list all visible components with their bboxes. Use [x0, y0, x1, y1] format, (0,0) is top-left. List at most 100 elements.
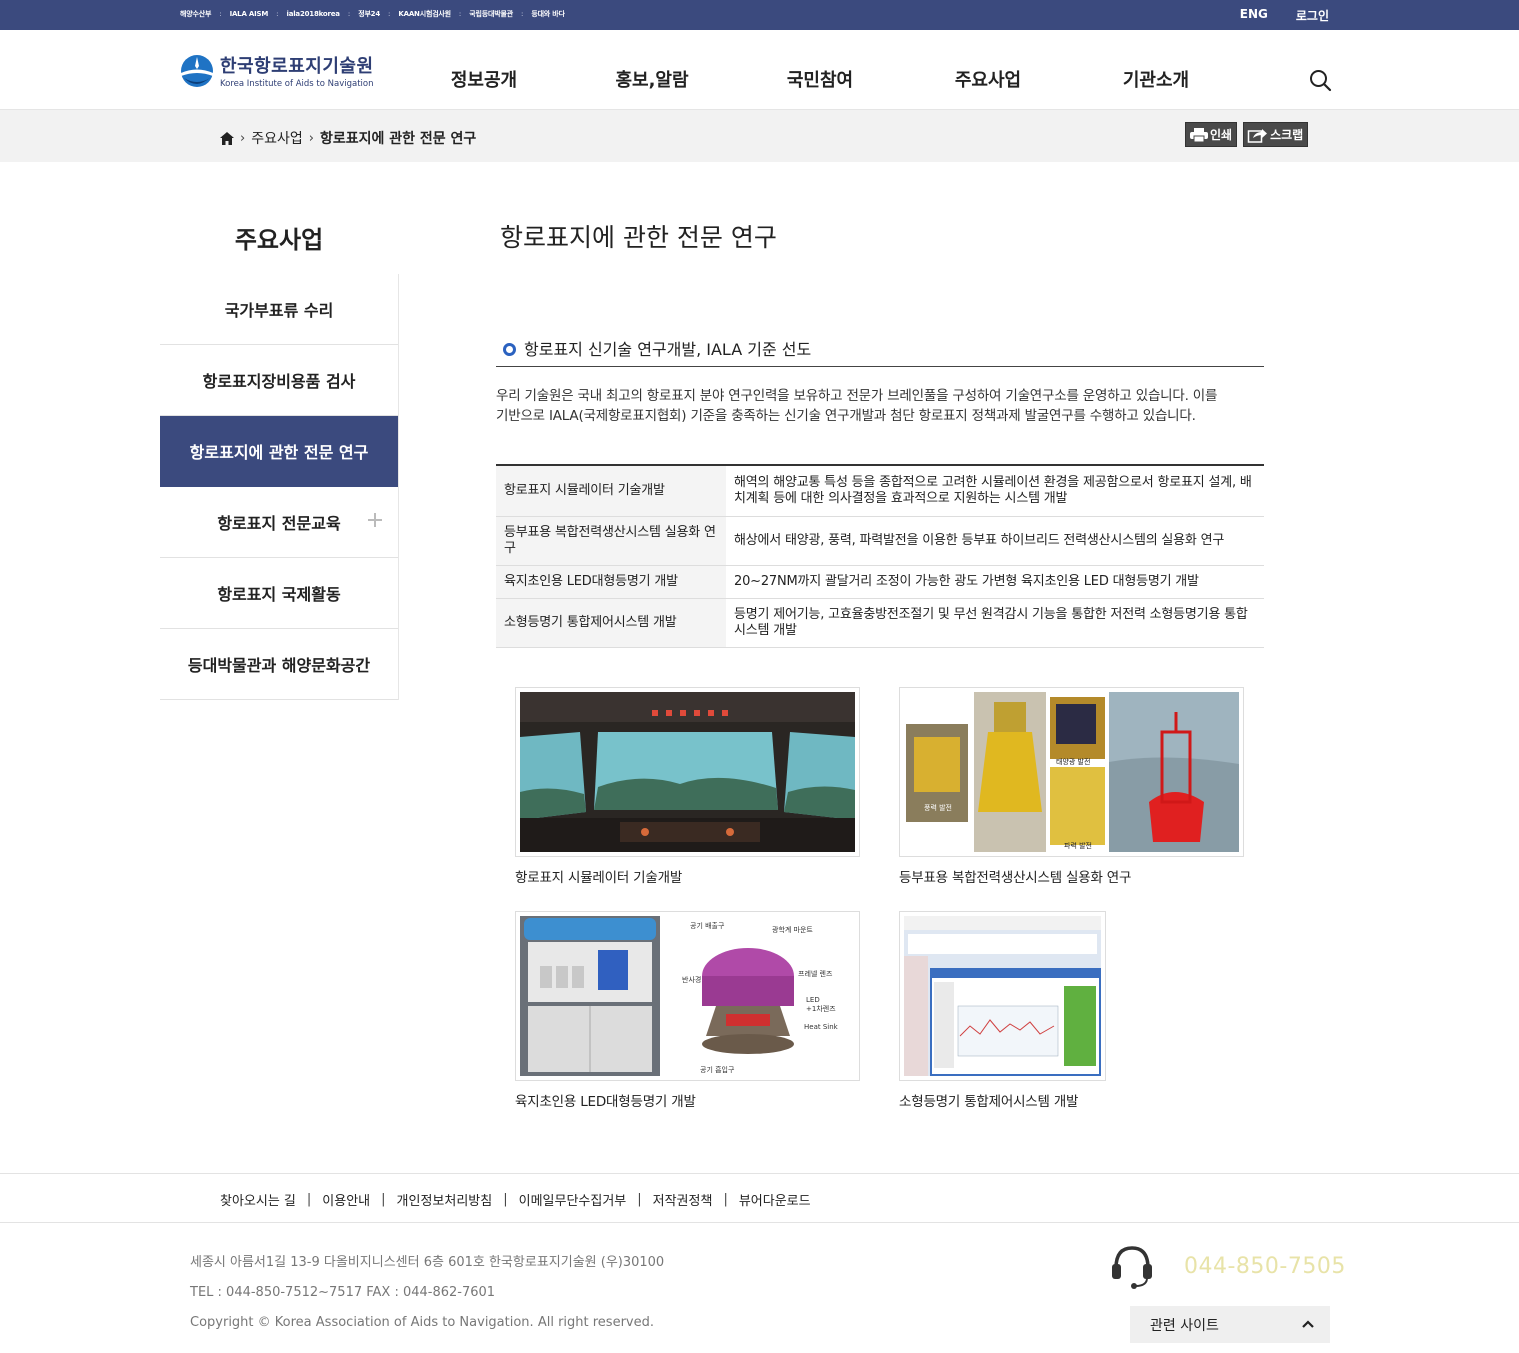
gallery-item: 풍력 발전 태양광 발전 파력 발전 등부표용 복합전력생산시스템 실용화 연구	[899, 687, 1244, 886]
footer-link[interactable]: 이용안내	[322, 1190, 370, 1209]
top-link[interactable]: KAAN시험검사원	[398, 9, 451, 19]
table-row: 등부표용 복합전력생산시스템 실용화 연구 해상에서 태양광, 풍력, 파력발전…	[496, 516, 1264, 566]
lantern-label: 공기 흡입구	[700, 1065, 735, 1074]
footer-link[interactable]: 개인정보처리방침	[397, 1190, 493, 1209]
login-link[interactable]: 로그인	[1296, 7, 1329, 24]
top-link[interactable]: 정부24	[358, 9, 380, 19]
gnb-item-participation[interactable]: 국민참여	[736, 66, 904, 92]
scrap-label: 스크랩	[1270, 128, 1304, 142]
intro-paragraph: 우리 기술원은 국내 최고의 항로표지 분야 연구인력을 보유하고 전문가 브레…	[496, 388, 1218, 424]
plus-icon[interactable]	[366, 511, 384, 529]
share-icon	[1247, 128, 1268, 143]
print-button[interactable]: 인쇄	[1185, 122, 1238, 147]
side-nav-item[interactable]: 국가부표류 수리	[160, 274, 398, 345]
lantern-label: 프레넬 렌즈	[798, 969, 833, 978]
lantern-label: 광학계 마운트	[772, 925, 813, 934]
gnb-item-info[interactable]: 정보공개	[400, 66, 568, 92]
lantern-label: +1차렌즈	[806, 1004, 836, 1013]
footer-nav: 찾아오시는 길 | 이용안내 | 개인정보처리방침 | 이메일무단수집거부 | 저작권정…	[0, 1173, 1519, 1223]
footer-call-center: 044-850-7505	[1108, 1242, 1346, 1290]
table-cell-value: 20~27NM까지 괄달거리 조정이 가능한 광도 가변형 육지초인용 LED …	[726, 565, 1264, 599]
gnb-item-pr[interactable]: 홍보,알람	[568, 66, 736, 92]
side-nav-item[interactable]: 항로표지 국제활동	[160, 558, 398, 629]
side-nav-title: 주요사업	[234, 226, 324, 254]
main-navigation: 정보공개 홍보,알람 국민참여 주요사업 기관소개	[400, 66, 1240, 92]
breadcrumb-current: 항로표지에 관한 전문 연구	[319, 131, 477, 147]
gnb-item-business[interactable]: 주요사업	[904, 66, 1072, 92]
buoy-label: 태양광 발전	[1056, 757, 1090, 766]
logo-english: Korea Institute of Aids to Navigation	[220, 79, 374, 89]
top-right-links: ENG 로그인	[1240, 7, 1329, 24]
side-nav-item[interactable]: 항로표지 전문교육	[160, 487, 398, 558]
led-lantern-photo: 공기 배출구 광학계 마운트 반사경 프레넬 렌즈 LED +1차렌즈 Heat…	[520, 916, 855, 1076]
lantern-label: 공기 배출구	[690, 921, 725, 930]
footer-link[interactable]: 저작권정책	[653, 1190, 713, 1209]
table-cell-value: 해역의 해양교통 특성 등을 종합적으로 고려한 시뮬레이션 환경을 제공함으로…	[726, 465, 1264, 517]
top-link[interactable]: 국립등대박물관	[469, 9, 513, 19]
home-icon[interactable]	[220, 131, 234, 145]
table-cell-value: 등명기 제어기능, 고효율충방전조절기 및 무선 원격감시 기능을 통합한 저전…	[726, 598, 1264, 648]
family-site-links: 해양수산부: IALA AISM: iala2018korea: 정부24: K…	[180, 9, 565, 19]
footer-tel: TEL : 044-850-7512~7517 FAX : 044-862-76…	[190, 1285, 496, 1300]
side-nav-item[interactable]: 항로표지장비용품 검사	[160, 345, 398, 416]
side-nav-item[interactable]: 등대박물관과 해양문화공간	[160, 629, 398, 700]
gallery-caption: 등부표용 복합전력생산시스템 실용화 연구	[899, 870, 1132, 886]
gallery-caption: 육지초인용 LED대형등명기 개발	[515, 1094, 696, 1110]
section-heading: 항로표지 신기술 연구개발, IALA 기준 선도	[496, 336, 1264, 367]
related-sites-label: 관련 사이트	[1150, 1317, 1219, 1334]
lantern-label: LED	[806, 996, 820, 1004]
buoy-photo: 풍력 발전 태양광 발전 파력 발전	[904, 692, 1239, 852]
lantern-label: Heat Sink	[804, 1023, 839, 1031]
control-system-screenshot	[904, 916, 1101, 1076]
footer-link[interactable]: 뷰어다운로드	[739, 1190, 811, 1209]
footer-link[interactable]: 찾아오시는 길	[220, 1190, 296, 1209]
table-row: 소형등명기 통합제어시스템 개발 등명기 제어기능, 고효율충방전조절기 및 무…	[496, 598, 1264, 648]
top-link[interactable]: 해양수산부	[180, 9, 211, 19]
bullet-circle-icon	[503, 343, 516, 356]
table-cell-key: 육지초인용 LED대형등명기 개발	[496, 565, 726, 599]
gallery-caption: 항로표지 시뮬레이터 기술개발	[515, 870, 683, 886]
page-tools: 인쇄 스크랩	[1185, 122, 1309, 147]
simulator-photo	[520, 692, 855, 852]
table-row: 육지초인용 LED대형등명기 개발 20~27NM까지 괄달거리 조정이 가능한…	[496, 565, 1264, 599]
footer-link[interactable]: 이메일무단수집거부	[519, 1190, 627, 1209]
gallery-item: 소형등명기 통합제어시스템 개발	[899, 911, 1106, 1110]
eng-link[interactable]: ENG	[1240, 7, 1268, 24]
research-table: 항로표지 시뮬레이터 기술개발 해역의 해양교통 특성 등을 종합적으로 고려한…	[496, 464, 1264, 648]
gnb-item-about[interactable]: 기관소개	[1072, 66, 1240, 92]
call-center-number: 044-850-7505	[1184, 1253, 1346, 1279]
chevron-right-icon: ›	[240, 130, 246, 146]
page-title: 항로표지에 관한 전문 연구	[500, 223, 777, 252]
site-logo[interactable]: 한국항로표지기술원 Korea Institute of Aids to Nav…	[180, 52, 374, 89]
side-nav-item-active[interactable]: 항로표지에 관한 전문 연구	[160, 416, 398, 487]
footer-address: 세종시 아름서1길 13-9 다올비지니스센터 6층 601호 한국항로표지기술…	[190, 1255, 665, 1270]
chevron-up-icon	[1302, 1320, 1314, 1328]
breadcrumb: › 주요사업 › 항로표지에 관한 전문 연구	[220, 128, 476, 148]
table-cell-key: 소형등명기 통합제어시스템 개발	[496, 598, 726, 648]
side-navigation: 국가부표류 수리 항로표지장비용품 검사 항로표지에 관한 전문 연구 항로표지…	[160, 274, 399, 700]
logo-emblem-icon	[181, 54, 213, 87]
chevron-right-icon: ›	[308, 130, 314, 146]
top-utility-bar: 해양수산부: IALA AISM: iala2018korea: 정부24: K…	[0, 0, 1519, 30]
headset-icon	[1112, 1246, 1152, 1289]
logo-korean: 한국항로표지기술원	[220, 56, 374, 77]
top-link[interactable]: IALA AISM	[230, 10, 269, 18]
top-link[interactable]: iala2018korea	[287, 10, 341, 18]
table-cell-value: 해상에서 태양광, 풍력, 파력발전을 이용한 등부표 하이브리드 전력생산시스…	[726, 516, 1264, 566]
table-cell-key: 등부표용 복합전력생산시스템 실용화 연구	[496, 516, 726, 566]
gallery-item: 항로표지 시뮬레이터 기술개발	[515, 687, 860, 886]
lantern-label: 반사경	[682, 975, 701, 984]
site-header: 한국항로표지기술원 Korea Institute of Aids to Nav…	[0, 30, 1519, 110]
search-icon[interactable]	[1308, 68, 1332, 92]
related-sites-select[interactable]: 관련 사이트	[1130, 1306, 1330, 1343]
gallery-item: 공기 배출구 광학계 마운트 반사경 프레넬 렌즈 LED +1차렌즈 Heat…	[515, 911, 860, 1110]
breadcrumb-item[interactable]: 주요사업	[251, 128, 303, 148]
gallery-caption: 소형등명기 통합제어시스템 개발	[899, 1094, 1079, 1110]
buoy-label: 풍력 발전	[924, 803, 952, 812]
top-link[interactable]: 등대와 바다	[531, 9, 565, 19]
scrap-button[interactable]: 스크랩	[1243, 122, 1309, 147]
buoy-label: 파력 발전	[1064, 841, 1092, 850]
location-bar: › 주요사업 › 항로표지에 관한 전문 연구 인쇄 스크랩	[0, 110, 1519, 162]
printer-icon	[1190, 127, 1208, 142]
footer-info: 세종시 아름서1길 13-9 다올비지니스센터 6층 601호 한국항로표지기술…	[190, 1248, 664, 1338]
